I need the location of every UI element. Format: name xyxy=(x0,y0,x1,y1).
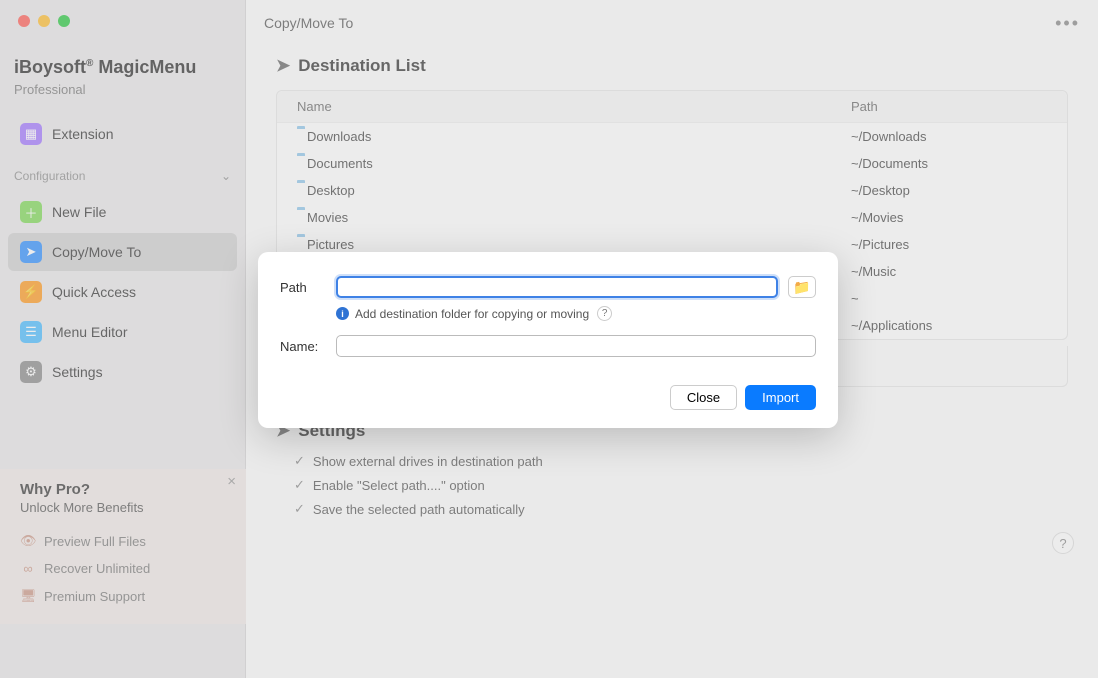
name-input[interactable] xyxy=(336,335,816,357)
path-label: Path xyxy=(280,280,326,295)
add-destination-dialog: Path 📁 i Add destination folder for copy… xyxy=(258,252,838,428)
browse-folder-button[interactable]: 📁 xyxy=(788,276,816,298)
info-icon: i xyxy=(336,307,349,320)
path-input[interactable] xyxy=(336,276,778,298)
hint-help-icon[interactable]: ? xyxy=(597,306,612,321)
close-button[interactable]: Close xyxy=(670,385,737,410)
import-button[interactable]: Import xyxy=(745,385,816,410)
name-label: Name: xyxy=(280,339,326,354)
path-hint: i Add destination folder for copying or … xyxy=(280,302,816,335)
